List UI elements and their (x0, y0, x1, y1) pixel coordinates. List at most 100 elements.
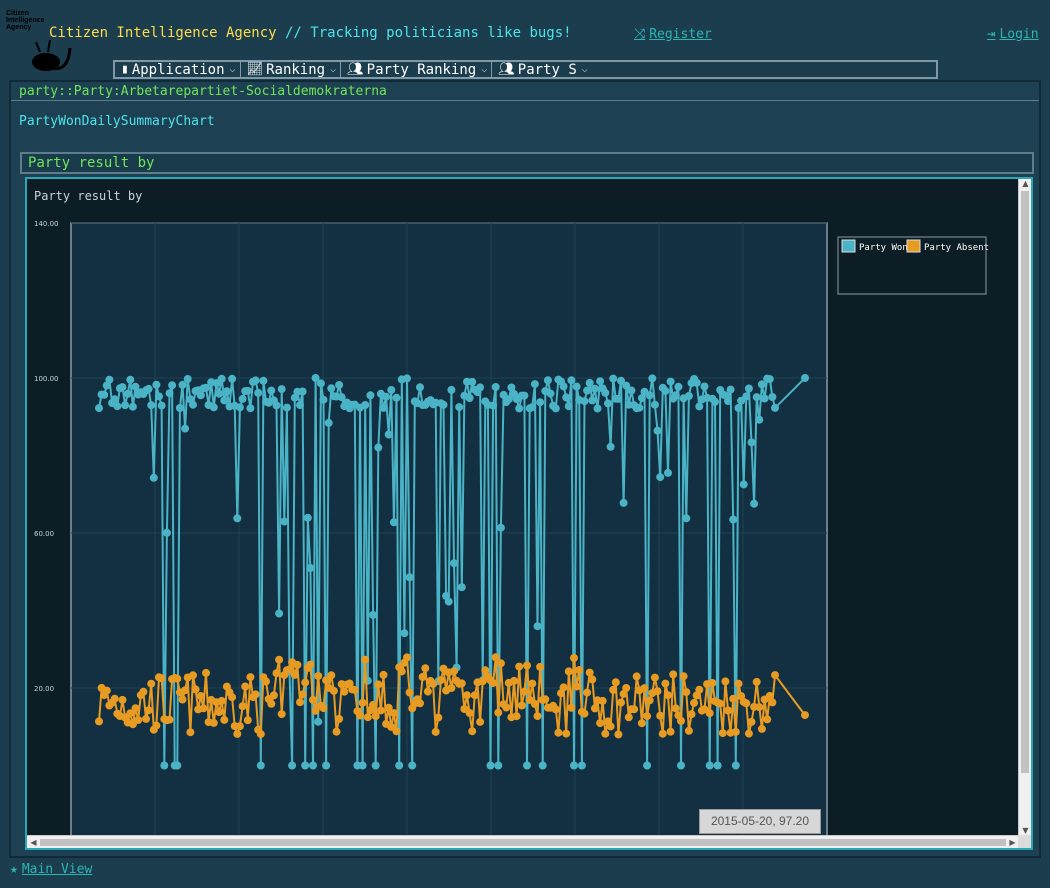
party-won-point (251, 376, 260, 385)
party-won-point (619, 498, 628, 507)
party-absent-point (669, 670, 678, 679)
menu-application[interactable]: ▮ Application ⌵ (115, 62, 241, 78)
scroll-up-icon[interactable]: ▲ (1019, 179, 1031, 188)
party-won-point (152, 380, 161, 389)
menu-party-ranking[interactable]: 👥︎ Party Ranking ⌵ (341, 62, 493, 78)
party-won-point (465, 394, 474, 402)
party-absent-point (718, 729, 727, 738)
party-absent-point (653, 687, 662, 696)
party-won-point (175, 404, 184, 412)
bottle-icon: ▮ (121, 62, 129, 77)
party-absent-point (580, 709, 589, 718)
party-won-point (455, 403, 464, 412)
party-absent-point (217, 696, 226, 705)
party-absent-point (533, 712, 542, 721)
party-won-point (606, 442, 615, 451)
vertical-scrollbar[interactable]: ▲ ▼ (1018, 179, 1031, 835)
party-won-point (489, 401, 498, 410)
party-absent-point (695, 685, 704, 694)
party-won-point (734, 404, 743, 412)
menu-party-s[interactable]: 👥︎ Party S ⌵ (492, 62, 592, 78)
party-won-point (577, 761, 586, 770)
party-won-point (222, 387, 231, 396)
y-tick-label: 20.00 (34, 685, 54, 693)
party-absent-point (489, 679, 498, 687)
party-won-point (664, 468, 672, 477)
party-won-point (515, 404, 524, 413)
party-absent-point (403, 653, 411, 662)
party-won-point (303, 513, 312, 522)
party-absent-point (622, 684, 631, 692)
login-link[interactable]: ⇥ Login (987, 26, 1039, 42)
party-absent-point (457, 679, 466, 688)
party-won-point (228, 374, 237, 383)
scroll-left-icon[interactable]: ◀ (27, 836, 40, 848)
party-won-point (661, 386, 670, 395)
party-won-point (695, 402, 704, 411)
party-won-point (682, 514, 691, 523)
party-absent-point (189, 671, 197, 680)
party-won-point (254, 388, 263, 397)
party-won-point (650, 400, 659, 409)
party-won-point (256, 761, 265, 770)
vertical-scroll-thumb[interactable] (1021, 191, 1029, 773)
party-won-point (327, 384, 336, 393)
register-link[interactable]: ⤨ Register (634, 26, 712, 42)
app-title-tagline: // Tracking politicians like bugs! (276, 25, 572, 41)
party-absent-point (679, 672, 688, 681)
agency-logo[interactable]: Citizen Intelligence Agency (6, 10, 72, 72)
party-won-point (750, 499, 759, 508)
party-absent-point (682, 688, 691, 697)
party-absent-point (139, 687, 148, 696)
party-won-point (403, 374, 411, 383)
line-chart-icon: 📈︎ (246, 62, 264, 77)
party-won-point (801, 374, 809, 382)
party-won-point (296, 401, 304, 410)
app-title-main: Citizen Intelligence Agency (49, 25, 277, 41)
party-won-point (705, 761, 714, 770)
party-won-point (387, 386, 396, 394)
party-won-point (371, 761, 380, 770)
party-won-point (233, 514, 242, 523)
party-absent-point (165, 715, 174, 724)
party-won-point (298, 387, 307, 396)
horizontal-scrollbar[interactable]: ◀ ▶ (27, 835, 1019, 848)
party-won-point (543, 376, 552, 385)
party-won-point (149, 473, 158, 482)
party-won-point (272, 401, 281, 410)
party-won-point (744, 384, 753, 393)
legend-party-absent: Party Absent (924, 243, 989, 253)
party-absent-point (656, 711, 665, 720)
party-absent-point (418, 673, 427, 681)
scroll-down-icon[interactable]: ▼ (1019, 826, 1031, 835)
party-won-point (155, 392, 163, 401)
party-won-point (267, 386, 276, 395)
party-won-point (645, 391, 654, 400)
party-absent-point (496, 659, 505, 668)
party-won-point (486, 761, 495, 770)
party-won-point (209, 403, 218, 412)
party-absent-point (755, 703, 764, 712)
horizontal-scroll-thumb[interactable] (40, 839, 1006, 846)
party-absent-point (494, 708, 503, 717)
party-won-point (243, 386, 252, 395)
party-result-chart: Party result by 140.00 100.00 60.00 20.00 P… (27, 179, 1031, 848)
party-won-point (627, 386, 636, 395)
main-view-link[interactable]: ★ Main View (10, 862, 92, 877)
party-absent-point (142, 714, 150, 723)
party-won-point (301, 761, 310, 770)
party-won-point (246, 404, 255, 413)
party-won-point (157, 401, 166, 410)
party-absent-point (742, 699, 751, 708)
divider (11, 100, 1039, 101)
party-absent-point (447, 684, 456, 692)
party-absent-point (173, 674, 182, 683)
party-won-point (562, 393, 571, 402)
party-absent-point (131, 704, 140, 713)
menu-ranking[interactable]: 📈︎ Ranking ⌵ (241, 62, 342, 78)
party-absent-point (551, 705, 560, 714)
party-absent-point (215, 708, 224, 716)
party-won-point (105, 375, 114, 384)
chart-frame: Party result by 140.00 100.00 60.00 20.00 P… (25, 177, 1033, 850)
party-absent-point (450, 667, 458, 676)
